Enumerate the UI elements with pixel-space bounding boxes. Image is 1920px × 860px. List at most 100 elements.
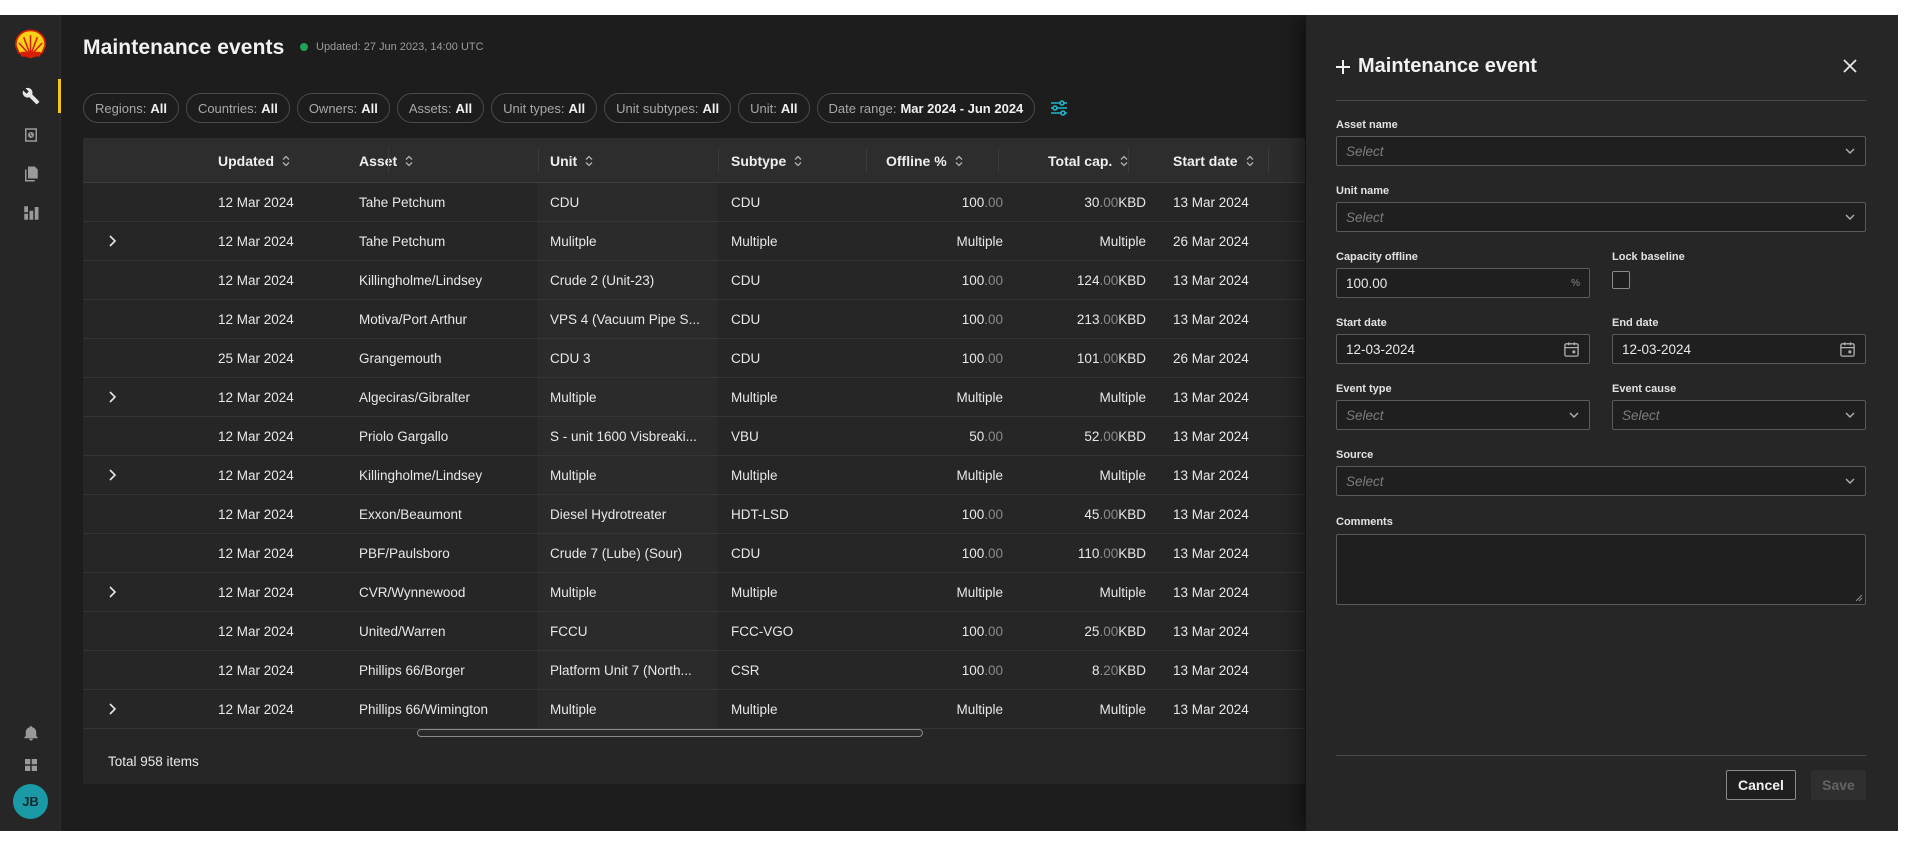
cell-unit: VPS 4 (Vacuum Pipe S... bbox=[550, 300, 710, 338]
chevron-right-icon[interactable] bbox=[105, 585, 119, 599]
table-row[interactable]: 12 Mar 2024 Priolo Gargallo S - unit 1600 … bbox=[83, 417, 1305, 456]
rail-item-schedule[interactable] bbox=[0, 116, 61, 154]
rail-item-dashboard[interactable] bbox=[0, 194, 61, 232]
cell-unit-unit: Platform Unit 7 (North... bbox=[550, 662, 692, 678]
filter-chip[interactable]: Owners: All bbox=[296, 93, 390, 123]
chevron-right-icon[interactable] bbox=[105, 234, 119, 248]
end-date-input[interactable]: 12-03-2024 bbox=[1612, 334, 1866, 364]
cell-total-cap-cap-unit: KBD bbox=[1118, 350, 1146, 366]
filter-chip[interactable]: Countries: All bbox=[185, 93, 290, 123]
cell-offline-offline-int: 100 bbox=[961, 623, 985, 639]
column-header[interactable]: Total cap. bbox=[1048, 138, 1128, 183]
user-avatar[interactable]: JB bbox=[13, 784, 48, 819]
filter-chip-label: Owners: bbox=[308, 100, 358, 116]
cell-total-cap-cap-unit: KBD bbox=[1118, 311, 1146, 327]
column-header[interactable]: Updated bbox=[218, 138, 290, 183]
table-row[interactable]: 12 Mar 2024 PBF/Paulsboro Crude 7 (Lube) (… bbox=[83, 534, 1305, 573]
event-type-select[interactable]: Select bbox=[1336, 400, 1590, 430]
asset-name-placeholder: Select bbox=[1346, 143, 1384, 159]
table-row[interactable]: 25 Mar 2024 Grangemouth CDU 3 CDU 100.00 101.… bbox=[83, 339, 1305, 378]
comments-textarea[interactable] bbox=[1336, 534, 1866, 605]
chevron-right-icon[interactable] bbox=[105, 390, 119, 404]
cell-asset: Grangemouth bbox=[359, 339, 529, 377]
cancel-button[interactable]: Cancel bbox=[1726, 770, 1796, 800]
event-cause-select[interactable]: Select bbox=[1612, 400, 1866, 430]
filter-chip[interactable]: Unit types: All bbox=[491, 93, 598, 123]
table-row[interactable]: 12 Mar 2024 Phillips 66/Wimington Multiple… bbox=[83, 690, 1305, 729]
cell-total-cap-cap-int: 25 bbox=[1084, 623, 1100, 639]
column-separator[interactable] bbox=[1128, 148, 1129, 173]
event-type-placeholder: Select bbox=[1346, 407, 1384, 423]
table-row[interactable]: 12 Mar 2024 Phillips 66/Borger Platform Un… bbox=[83, 651, 1305, 690]
column-header[interactable]: Offline % bbox=[886, 138, 963, 183]
cell-total-cap: 213.00 KBD bbox=[1018, 300, 1146, 338]
cell-unit: Crude 7 (Lube) (Sour) bbox=[550, 534, 710, 572]
filter-chip[interactable]: Unit: All bbox=[738, 93, 810, 123]
sort-icon bbox=[1246, 155, 1254, 166]
column-separator[interactable] bbox=[866, 148, 867, 173]
table-row[interactable]: 12 Mar 2024 Tahe Petchum CDU CDU 100.00 30.00… bbox=[83, 183, 1305, 222]
horizontal-scrollbar[interactable] bbox=[417, 729, 923, 737]
cell-unit: Multiple bbox=[550, 690, 710, 728]
column-separator[interactable] bbox=[998, 148, 999, 173]
column-separator[interactable] bbox=[538, 148, 539, 173]
cell-total-cap: Multiple bbox=[1018, 456, 1146, 494]
filter-chip[interactable]: Unit subtypes: All bbox=[604, 93, 732, 123]
column-header[interactable]: Unit bbox=[550, 138, 593, 183]
shell-logo-icon[interactable] bbox=[14, 29, 47, 59]
column-separator[interactable] bbox=[1268, 148, 1269, 173]
cell-start-date-start: 13 Mar 2024 bbox=[1173, 311, 1249, 327]
cell-subtype-subtype: CDU bbox=[731, 350, 761, 366]
filter-chip[interactable]: Regions: All bbox=[83, 93, 179, 123]
column-separator[interactable] bbox=[718, 148, 719, 173]
cell-subtype-subtype: Multiple bbox=[731, 467, 778, 483]
table-row[interactable]: 12 Mar 2024 Algeciras/Gibralter Multiple Mu… bbox=[83, 378, 1305, 417]
cell-unit: S - unit 1600 Visbreaki... bbox=[550, 417, 710, 455]
table-row[interactable]: 12 Mar 2024 Killingholme/Lindsey Multiple M… bbox=[83, 456, 1305, 495]
table-row[interactable]: 12 Mar 2024 United/Warren FCCU FCC-VGO 100.0… bbox=[83, 612, 1305, 651]
calendar-icon[interactable] bbox=[1563, 341, 1580, 358]
lock-baseline-checkbox[interactable] bbox=[1612, 271, 1630, 289]
table-row[interactable]: 12 Mar 2024 Motiva/Port Arthur VPS 4 (Vacu… bbox=[83, 300, 1305, 339]
chevron-right-icon[interactable] bbox=[105, 702, 119, 716]
cell-updated-updated: 12 Mar 2024 bbox=[218, 467, 294, 483]
cell-unit: Crude 2 (Unit-23) bbox=[550, 261, 710, 299]
rail-item-apps[interactable] bbox=[0, 746, 61, 784]
column-header[interactable]: Subtype bbox=[731, 138, 802, 183]
cell-subtype: Multiple bbox=[731, 573, 841, 611]
cell-offline-offline-dec: .00 bbox=[984, 272, 1003, 288]
resize-handle-icon[interactable] bbox=[1855, 594, 1863, 602]
cell-start-date: 13 Mar 2024 bbox=[1173, 534, 1283, 572]
unit-name-label: Unit name bbox=[1336, 185, 1390, 197]
column-header[interactable]: Start date bbox=[1173, 138, 1254, 183]
column-header[interactable]: Asset bbox=[359, 138, 413, 183]
table-row[interactable]: 12 Mar 2024 CVR/Wynnewood Multiple Multiple… bbox=[83, 573, 1305, 612]
column-separator[interactable] bbox=[388, 148, 389, 173]
table-row[interactable]: 12 Mar 2024 Tahe Petchum Mulitple Multiple M… bbox=[83, 222, 1305, 261]
source-select[interactable]: Select bbox=[1336, 466, 1866, 496]
bell-icon bbox=[23, 726, 38, 741]
filter-chip[interactable]: Assets: All bbox=[396, 93, 485, 123]
rail-item-maintenance[interactable] bbox=[0, 77, 61, 115]
filter-chip-label: Unit types: bbox=[503, 100, 565, 116]
calendar-icon[interactable] bbox=[1839, 341, 1856, 358]
table-row[interactable]: 12 Mar 2024 Exxon/Beaumont Diesel Hydrotre… bbox=[83, 495, 1305, 534]
asset-name-select[interactable]: Select bbox=[1336, 136, 1866, 166]
cell-total-cap-cap-dec: .00 bbox=[1099, 350, 1119, 366]
filter-chip-value: All bbox=[568, 100, 586, 116]
chevron-right-icon[interactable] bbox=[105, 468, 119, 482]
cell-offline-offline-dec: .00 bbox=[984, 506, 1003, 522]
cell-asset-asset: Killingholme/Lindsey bbox=[359, 467, 483, 483]
filter-chip[interactable]: Date range: Mar 2024 - Jun 2024 bbox=[816, 93, 1036, 123]
unit-name-select[interactable]: Select bbox=[1336, 202, 1866, 232]
rail-item-documents[interactable] bbox=[0, 155, 61, 193]
save-button[interactable]: Save bbox=[1811, 770, 1866, 800]
cell-start-date-start: 26 Mar 2024 bbox=[1173, 233, 1249, 249]
start-date-input[interactable]: 12-03-2024 bbox=[1336, 334, 1590, 364]
cell-subtype-subtype: VBU bbox=[731, 428, 759, 444]
close-icon[interactable] bbox=[1842, 58, 1858, 74]
capacity-offline-input[interactable]: 100.00 % bbox=[1336, 268, 1590, 298]
cell-asset: Algeciras/Gibralter bbox=[359, 378, 529, 416]
filter-settings-icon[interactable] bbox=[1048, 97, 1070, 119]
table-row[interactable]: 12 Mar 2024 Killingholme/Lindsey Crude 2 (… bbox=[83, 261, 1305, 300]
